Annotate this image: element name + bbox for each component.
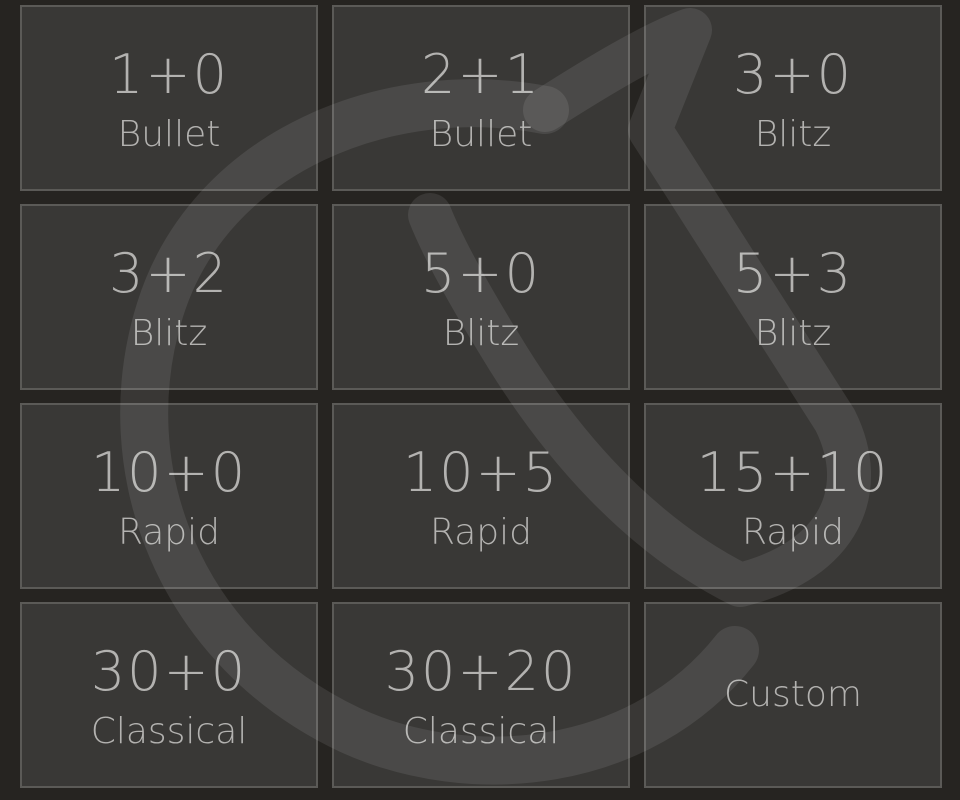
pool-perf: Blitz	[130, 313, 208, 354]
pool-clock: 30+20	[384, 640, 578, 703]
pool-tile-2-1[interactable]: 2+1 Bullet	[332, 5, 630, 191]
quick-pairing-screen: 1+0 Bullet 2+1 Bullet 3+0 Blitz 3+2 Blit…	[0, 0, 960, 800]
pool-clock: 10+0	[90, 441, 248, 504]
pool-tile-30-0[interactable]: 30+0 Classical	[20, 602, 318, 788]
pool-perf: Bullet	[429, 114, 533, 155]
pool-tile-1-0[interactable]: 1+0 Bullet	[20, 5, 318, 191]
custom-label: Custom	[724, 674, 862, 715]
custom-game-button[interactable]: Custom	[644, 602, 942, 788]
pool-clock: 2+1	[421, 43, 541, 106]
pool-tile-5-3[interactable]: 5+3 Blitz	[644, 204, 942, 390]
pool-tile-15-10[interactable]: 15+10 Rapid	[644, 403, 942, 589]
pool-tile-10-5[interactable]: 10+5 Rapid	[332, 403, 630, 589]
pool-perf: Bullet	[117, 114, 221, 155]
pool-perf: Rapid	[742, 512, 844, 553]
pool-perf: Blitz	[754, 313, 832, 354]
pool-clock: 3+2	[109, 242, 229, 305]
quick-pairing-grid: 1+0 Bullet 2+1 Bullet 3+0 Blitz 3+2 Blit…	[20, 5, 942, 788]
pool-tile-3-2[interactable]: 3+2 Blitz	[20, 204, 318, 390]
pool-perf: Classical	[402, 711, 560, 752]
pool-clock: 1+0	[109, 43, 229, 106]
pool-perf: Classical	[90, 711, 248, 752]
pool-perf: Blitz	[754, 114, 832, 155]
pool-clock: 3+0	[733, 43, 853, 106]
pool-perf: Blitz	[442, 313, 520, 354]
pool-tile-5-0[interactable]: 5+0 Blitz	[332, 204, 630, 390]
pool-clock: 30+0	[90, 640, 248, 703]
pool-tile-3-0[interactable]: 3+0 Blitz	[644, 5, 942, 191]
pool-perf: Rapid	[430, 512, 532, 553]
pool-clock: 5+0	[421, 242, 541, 305]
pool-clock: 5+3	[733, 242, 853, 305]
pool-tile-30-20[interactable]: 30+20 Classical	[332, 602, 630, 788]
pool-perf: Rapid	[118, 512, 220, 553]
pool-tile-10-0[interactable]: 10+0 Rapid	[20, 403, 318, 589]
pool-clock: 10+5	[402, 441, 560, 504]
pool-clock: 15+10	[696, 441, 890, 504]
